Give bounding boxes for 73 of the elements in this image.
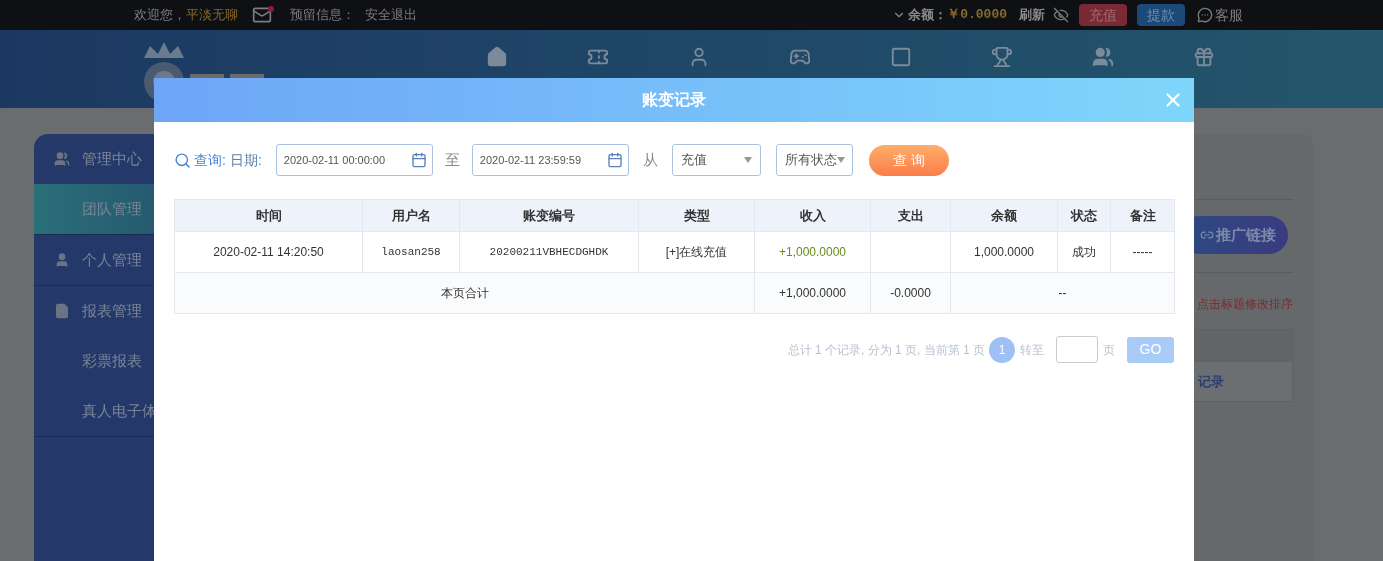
- page-number[interactable]: 1: [989, 336, 1015, 363]
- section-label: 个人管理: [82, 249, 142, 270]
- support-link[interactable]: 客服: [1215, 4, 1243, 26]
- dropdown-icon: [743, 157, 752, 163]
- pagination-summary: 总计 1 个记录, 分为 1 页, 当前第 1 页: [787, 341, 985, 359]
- username[interactable]: 平淡无聊: [186, 5, 238, 25]
- nav-icon[interactable]: [889, 46, 912, 68]
- page-unit: 页: [1103, 341, 1115, 359]
- section-label: 管理中心: [82, 148, 142, 169]
- nav-icon[interactable]: [990, 46, 1013, 68]
- end-date-field[interactable]: 2020-02-11 23:59:59: [471, 144, 629, 176]
- section-icon: [54, 151, 70, 167]
- table-cell: 1,000.0000: [950, 231, 1058, 273]
- from-label: 从: [642, 149, 658, 170]
- table-cell: 本页合计: [174, 272, 755, 314]
- column-header: 时间: [174, 199, 363, 232]
- query-label: 查询:: [194, 150, 226, 170]
- calendar-icon[interactable]: [606, 152, 623, 168]
- section-icon: [54, 252, 70, 268]
- column-header: 账变编号: [459, 199, 639, 232]
- goto-label: 转至: [1020, 341, 1044, 359]
- table-cell: -----: [1110, 231, 1175, 273]
- welcome-text: 欢迎您，: [134, 6, 186, 25]
- column-header: 支出: [870, 199, 951, 232]
- sidebar-section[interactable]: 管理中心: [34, 134, 154, 184]
- column-header: 收入: [754, 199, 871, 232]
- refresh-link[interactable]: 刷新: [1019, 5, 1045, 25]
- column-header: 余额: [950, 199, 1058, 232]
- start-date-field[interactable]: 2020-02-11 00:00:00: [275, 144, 433, 176]
- search-icon: [174, 151, 191, 169]
- link-icon: [1200, 228, 1214, 242]
- top-bar-button[interactable]: 充值: [1079, 4, 1127, 26]
- column-header: 类型: [638, 199, 755, 232]
- column-header: 用户名: [362, 199, 460, 232]
- eye-off-icon[interactable]: [1053, 7, 1069, 23]
- balance-value: ￥0.0000: [947, 6, 1007, 25]
- column-header: 备注: [1110, 199, 1175, 232]
- modal-title: 账变记录: [642, 90, 706, 110]
- table-cell: [+]在线充值: [638, 231, 755, 273]
- table-cell: +1,000.0000: [754, 231, 871, 273]
- table-cell: 2020-02-11 14:20:50: [174, 231, 363, 273]
- dropdown-icon: [836, 157, 845, 163]
- table-cell: 成功: [1057, 231, 1111, 273]
- sidebar-section[interactable]: 个人管理: [34, 235, 154, 285]
- page-input[interactable]: [1056, 336, 1098, 363]
- date-label: 日期:: [229, 150, 262, 170]
- section-icon: [54, 303, 70, 319]
- nav-icon[interactable]: [1091, 46, 1114, 68]
- mail-icon[interactable]: [252, 5, 272, 25]
- logout-link[interactable]: 安全退出: [365, 5, 417, 25]
- calendar-icon[interactable]: [410, 152, 427, 168]
- status-select[interactable]: 所有状态: [775, 144, 853, 176]
- balance-label: 余额：: [908, 6, 948, 25]
- nav-icon[interactable]: [485, 46, 508, 68]
- nav-icon[interactable]: [1192, 46, 1215, 68]
- to-label: 至: [444, 149, 460, 170]
- sidebar-item[interactable]: 团队管理: [34, 184, 154, 234]
- table-cell: -0.0000: [870, 272, 951, 314]
- sidebar-item[interactable]: 彩票报表: [34, 336, 154, 386]
- table-cell: 20200211VBHECDGHDK: [459, 231, 639, 273]
- table-cell: --: [950, 272, 1175, 314]
- type-select[interactable]: 充值: [671, 144, 761, 176]
- go-button[interactable]: GO: [1127, 336, 1174, 363]
- chat-icon[interactable]: [1197, 7, 1213, 23]
- sort-hint: 点击标题修改排序: [1196, 296, 1293, 313]
- section-label: 报表管理: [82, 300, 142, 321]
- search-button[interactable]: 查 询: [868, 144, 949, 176]
- table-cell: laosan258: [362, 231, 460, 273]
- sidebar-section[interactable]: 报表管理: [34, 286, 154, 336]
- table-cell: +1,000.0000: [754, 272, 871, 314]
- reserved-info-link[interactable]: 预留信息：: [290, 5, 355, 25]
- column-header: 状态: [1057, 199, 1111, 232]
- top-bar-button[interactable]: 提款: [1137, 4, 1185, 26]
